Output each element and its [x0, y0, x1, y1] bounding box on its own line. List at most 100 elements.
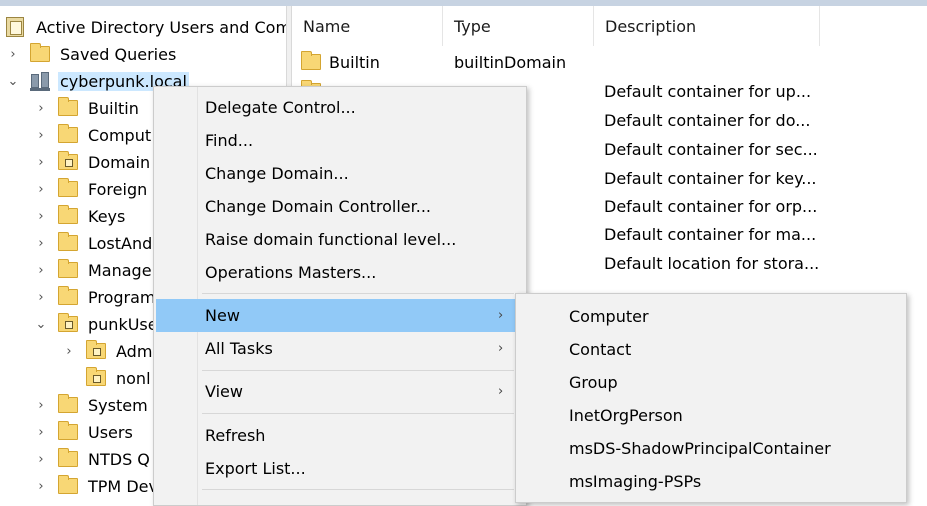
- menu-item-refresh[interactable]: Refresh: [156, 419, 516, 452]
- menu-item-delegate-control[interactable]: Delegate Control...: [156, 91, 516, 124]
- menu-item-label: New: [205, 306, 240, 325]
- table-row[interactable]: Builtin builtinDomain: [292, 48, 927, 76]
- menu-item-find[interactable]: Find...: [156, 124, 516, 157]
- chevron-right-icon: ›: [498, 341, 504, 356]
- menu-item-label: Export List...: [205, 459, 306, 478]
- tree-item-label: Saved Queries: [60, 44, 177, 64]
- tree-item-domain-controllers[interactable]: › Domain: [34, 149, 152, 175]
- tree-item-label: nonl: [116, 368, 151, 388]
- folder-icon: [58, 232, 78, 251]
- menu-item-change-domain[interactable]: Change Domain...: [156, 157, 516, 190]
- column-header-name[interactable]: Name: [292, 6, 443, 46]
- chevron-right-icon[interactable]: ›: [34, 101, 48, 116]
- tree-item-saved-queries[interactable]: › Saved Queries: [6, 41, 178, 67]
- chevron-right-icon[interactable]: ›: [34, 290, 48, 305]
- chevron-right-icon[interactable]: ›: [34, 479, 48, 494]
- submenu-item-label: InetOrgPerson: [569, 406, 683, 425]
- submenu-item-group[interactable]: Group: [518, 366, 904, 399]
- folder-icon: [58, 286, 78, 305]
- chevron-right-icon[interactable]: ›: [6, 47, 20, 62]
- chevron-right-icon[interactable]: ›: [34, 425, 48, 440]
- column-header-type[interactable]: Type: [443, 6, 594, 46]
- menu-item-all-tasks[interactable]: All Tasks ›: [156, 332, 516, 365]
- tree-item-managed-service-accounts[interactable]: › Manage: [34, 257, 154, 283]
- tree-root[interactable]: Active Directory Users and Comp: [6, 14, 286, 40]
- tree-item-label: System: [88, 395, 148, 415]
- chevron-right-icon[interactable]: ›: [34, 209, 48, 224]
- tree-item-punkusers[interactable]: ⌄ punkUse: [34, 311, 160, 337]
- chevron-right-icon[interactable]: ›: [34, 182, 48, 197]
- tree-item-label: TPM Dev: [88, 476, 158, 496]
- row-description: Default location for stora...: [604, 253, 820, 273]
- tree-item-label: NTDS Q: [88, 449, 150, 469]
- folder-icon: [58, 97, 78, 116]
- row-description: Default container for key...: [604, 168, 817, 188]
- menu-separator: [202, 413, 514, 414]
- tree-item-system[interactable]: › System: [34, 392, 150, 418]
- menu-item-export-list[interactable]: Export List...: [156, 452, 516, 485]
- menu-item-change-domain-controller[interactable]: Change Domain Controller...: [156, 190, 516, 223]
- ou-folder-icon: [58, 313, 78, 332]
- chevron-right-icon[interactable]: ›: [34, 263, 48, 278]
- chevron-down-icon[interactable]: ⌄: [34, 317, 48, 332]
- ou-folder-icon: [86, 340, 106, 359]
- folder-icon: [58, 421, 78, 440]
- tree-item-users[interactable]: › Users: [34, 419, 135, 445]
- tree-item-label: Foreign: [88, 179, 148, 199]
- chevron-right-icon: ›: [498, 308, 504, 323]
- menu-item-label: All Tasks: [205, 339, 273, 358]
- submenu-item-label: Contact: [569, 340, 632, 359]
- tree-item-label: Comput: [88, 125, 152, 145]
- row-description: [604, 48, 824, 76]
- tree-item-label: Users: [88, 422, 133, 442]
- chevron-right-icon[interactable]: ›: [34, 398, 48, 413]
- menu-item-operations-masters[interactable]: Operations Masters...: [156, 256, 516, 289]
- chevron-right-icon[interactable]: ›: [62, 344, 76, 359]
- submenu-item-contact[interactable]: Contact: [518, 333, 904, 366]
- menu-item-label: Delegate Control...: [205, 98, 356, 117]
- submenu-item-label: msDS-ShadowPrincipalContainer: [569, 439, 831, 458]
- tree-item-label: Domain: [88, 152, 151, 172]
- tree-item-nonl[interactable]: nonl: [62, 365, 153, 391]
- submenu-item-inetorgperson[interactable]: InetOrgPerson: [518, 399, 904, 432]
- menu-separator: [202, 370, 514, 371]
- chevron-right-icon[interactable]: ›: [34, 155, 48, 170]
- submenu-item-msds-shadowprincipalcontainer[interactable]: msDS-ShadowPrincipalContainer: [518, 432, 904, 465]
- submenu-item-label: Computer: [569, 307, 649, 326]
- submenu-item-computer[interactable]: Computer: [518, 300, 904, 333]
- tree-item-label: Keys: [88, 206, 126, 226]
- submenu-item-msimaging-psps[interactable]: msImaging-PSPs: [518, 465, 904, 498]
- tree-item-foreign-security-principals[interactable]: › Foreign: [34, 176, 149, 202]
- menu-item-label: View: [205, 382, 243, 401]
- menu-item-view[interactable]: View ›: [156, 375, 516, 408]
- chevron-right-icon[interactable]: ›: [34, 452, 48, 467]
- tree-item-lost-and-found[interactable]: › LostAnd: [34, 230, 154, 256]
- menu-item-label: Change Domain Controller...: [205, 197, 432, 216]
- row-type: builtinDomain: [454, 52, 567, 72]
- snapin-icon: [6, 17, 24, 37]
- tree-item-keys[interactable]: › Keys: [34, 203, 127, 229]
- folder-icon: [30, 43, 50, 62]
- tree-item-tpm-devices[interactable]: › TPM Dev: [34, 473, 160, 496]
- folder-icon: [301, 51, 321, 70]
- row-description: Default container for ma...: [604, 224, 817, 244]
- menu-item-label: Find...: [205, 131, 254, 150]
- submenu-item-label: Group: [569, 373, 618, 392]
- tree-item-program-data[interactable]: › Program: [34, 284, 158, 310]
- tree-item-admins[interactable]: › Adm: [62, 338, 154, 364]
- tree-item-ntds-quotas[interactable]: › NTDS Q: [34, 446, 152, 472]
- menu-separator: [202, 293, 514, 294]
- chevron-down-icon[interactable]: ⌄: [6, 74, 20, 89]
- tree-item-label: Program: [88, 287, 156, 307]
- folder-icon: [58, 205, 78, 224]
- chevron-right-icon[interactable]: ›: [34, 128, 48, 143]
- chevron-right-icon[interactable]: ›: [34, 236, 48, 251]
- menu-item-raise-domain-functional-level[interactable]: Raise domain functional level...: [156, 223, 516, 256]
- tree-item-computers[interactable]: › Comput: [34, 122, 153, 148]
- menu-item-label: Operations Masters...: [205, 263, 377, 282]
- column-header-description[interactable]: Description: [594, 6, 820, 46]
- tree-item-builtin[interactable]: › Builtin: [34, 95, 141, 121]
- context-menu: Delegate Control... Find... Change Domai…: [153, 86, 527, 506]
- domain-icon: [30, 71, 50, 91]
- menu-item-new[interactable]: New ›: [156, 299, 516, 332]
